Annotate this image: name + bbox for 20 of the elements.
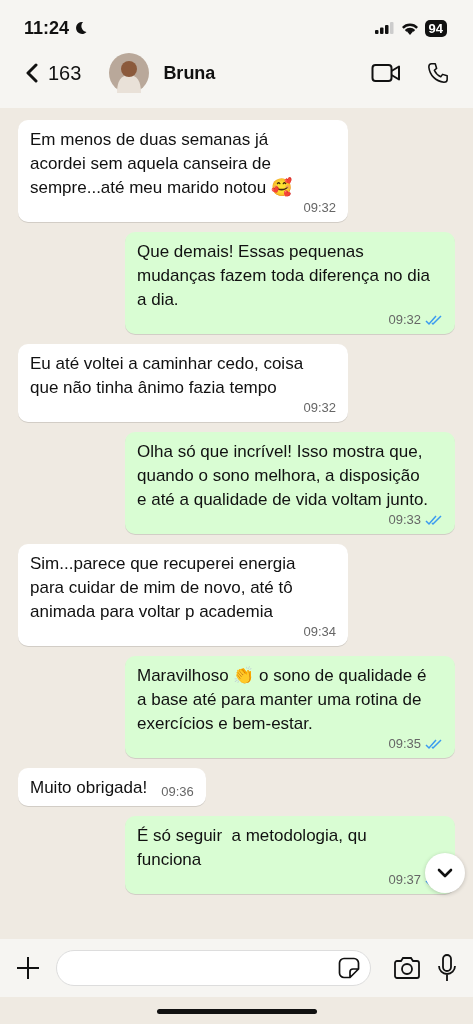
message-text: Muito obrigada! (30, 777, 148, 799)
battery-level: 94 (424, 19, 447, 37)
message-time: 09:35 (388, 736, 421, 752)
back-button[interactable]: 163 (14, 61, 82, 85)
message-time: 09:32 (303, 400, 336, 416)
contact-name[interactable]: Bruna (163, 62, 216, 84)
message-time: 09:36 (161, 784, 194, 800)
status-time: 11:24 (24, 17, 70, 39)
message-time: 09:34 (303, 624, 336, 640)
message-time: 09:33 (388, 512, 421, 528)
message-time: 09:32 (303, 200, 336, 216)
message-time: 09:32 (388, 312, 421, 328)
message-text: Em menos de duas semanas já acordei sem aquela canseira de sempre...até meu marido notou 🥰 (30, 129, 293, 199)
message-text: Eu até voltei a caminhar cedo, coisa que não tinha ânimo fazia tempo (30, 353, 305, 399)
message-text: Maravilhoso 👏 o sono de qualidade é a base até para manter uma rotina de exercícios e bem-estar. (137, 665, 428, 735)
message-time: 09:37 (388, 872, 421, 888)
message-text: Que demais! Essas pequenas mudanças fazem toda diferença no dia a dia. (137, 241, 431, 311)
message-text: Sim...parece que recuperei energia para cuidar de mim de novo, até tô animada para voltar p academia (30, 553, 297, 623)
message-text: Olha só que incrível! Isso mostra que, quando o sono melhora, a disposição e até a qualidade de vida voltam junto. (137, 441, 430, 511)
message-text: É só seguir a metodologia, qu funciona (137, 825, 368, 871)
